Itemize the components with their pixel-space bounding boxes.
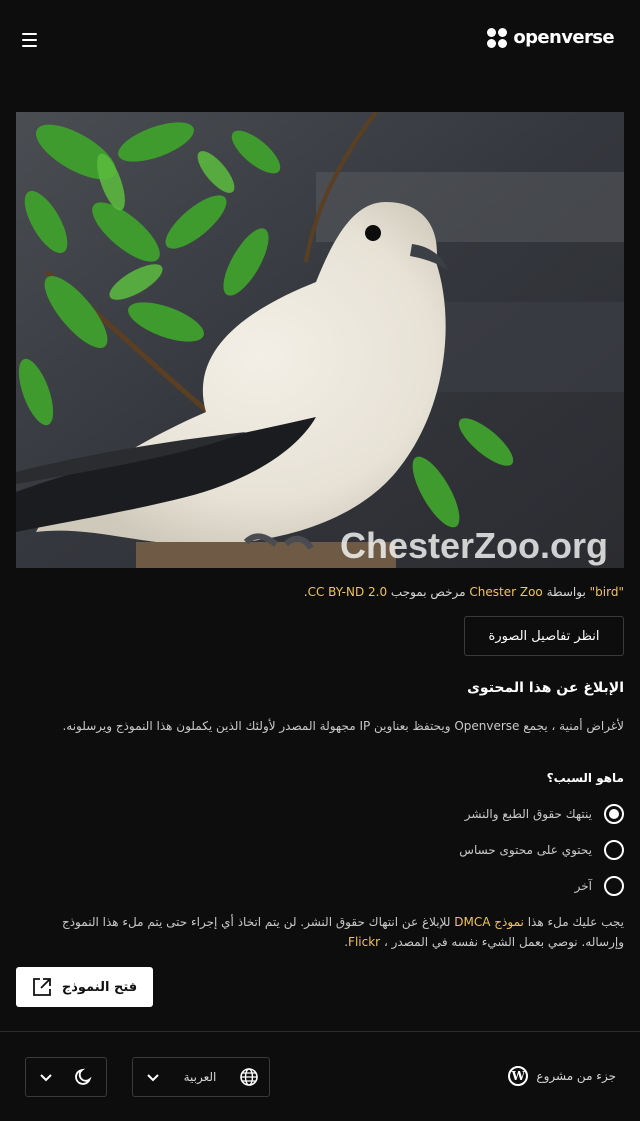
dmca-instructions: يجب عليك ملء هذا نموذج DMCA للإبلاغ عن ا… (16, 912, 624, 952)
wordpress-project-link[interactable]: جزء من مشروع W (508, 1066, 616, 1086)
chevron-down-icon (147, 1074, 159, 1082)
report-title: الإبلاغ عن هذا المحتوى (467, 680, 624, 696)
license-link[interactable]: CC BY-ND 2.0 (308, 585, 388, 599)
reason-option-sensitive[interactable]: يحتوي على محتوى حساس (324, 838, 624, 862)
source-link[interactable]: Flickr (348, 935, 380, 949)
reason-question: ماهو السبب؟ (546, 771, 624, 785)
globe-icon (240, 1068, 258, 1086)
logo-text: openverse (513, 27, 614, 48)
wordpress-icon: W (508, 1066, 529, 1086)
view-image-details-button[interactable]: انظر تفاصيل الصورة (464, 616, 624, 656)
part-of-label: جزء من مشروع (536, 1069, 616, 1083)
dmca-text-part: يجب عليك ملء هذا (527, 915, 624, 929)
image-title-link[interactable]: "bird" (590, 585, 624, 599)
report-description: لأغراض أمنية ، يجمع Openverse ويحتفظ بعن… (62, 719, 624, 733)
radio-checked-icon[interactable] (604, 804, 624, 824)
language-label: العربية (183, 1070, 217, 1084)
reason-option-other[interactable]: آخر (324, 874, 624, 898)
attribution-by: بواسطة (546, 585, 586, 599)
reason-label: ينتهك حقوق الطبع والنشر (464, 807, 592, 821)
footer-divider (0, 1031, 640, 1032)
radio-unchecked-icon[interactable] (604, 840, 624, 860)
site-header: openverse (0, 0, 640, 80)
open-form-button[interactable]: فتح النموذج (16, 967, 153, 1007)
author-link[interactable]: Chester Zoo (469, 585, 542, 599)
theme-select[interactable] (25, 1057, 107, 1097)
openverse-logo-icon (487, 27, 508, 48)
attribution-license-prefix: مرخص بموجب (390, 585, 466, 599)
image-attribution: "bird" بواسطة Chester Zoo مرخص بموجب CC … (16, 583, 624, 601)
image-watermark: ChesterZoo.org (340, 525, 608, 566)
main-image[interactable]: ChesterZoo.org (16, 112, 624, 568)
reason-label: يحتوي على محتوى حساس (459, 843, 592, 857)
reason-label: آخر (574, 879, 592, 893)
dmca-form-link[interactable]: نموذج DMCA (454, 915, 524, 929)
reason-option-copyright[interactable]: ينتهك حقوق الطبع والنشر (324, 802, 624, 826)
hamburger-menu-icon[interactable] (22, 28, 42, 52)
external-link-icon (32, 978, 51, 996)
chevron-down-icon (40, 1074, 52, 1082)
radio-unchecked-icon[interactable] (604, 876, 624, 896)
language-select[interactable]: العربية (132, 1057, 270, 1097)
openverse-logo[interactable]: openverse (487, 27, 615, 48)
open-form-label: فتح النموذج (61, 979, 138, 995)
moon-icon (75, 1068, 92, 1085)
